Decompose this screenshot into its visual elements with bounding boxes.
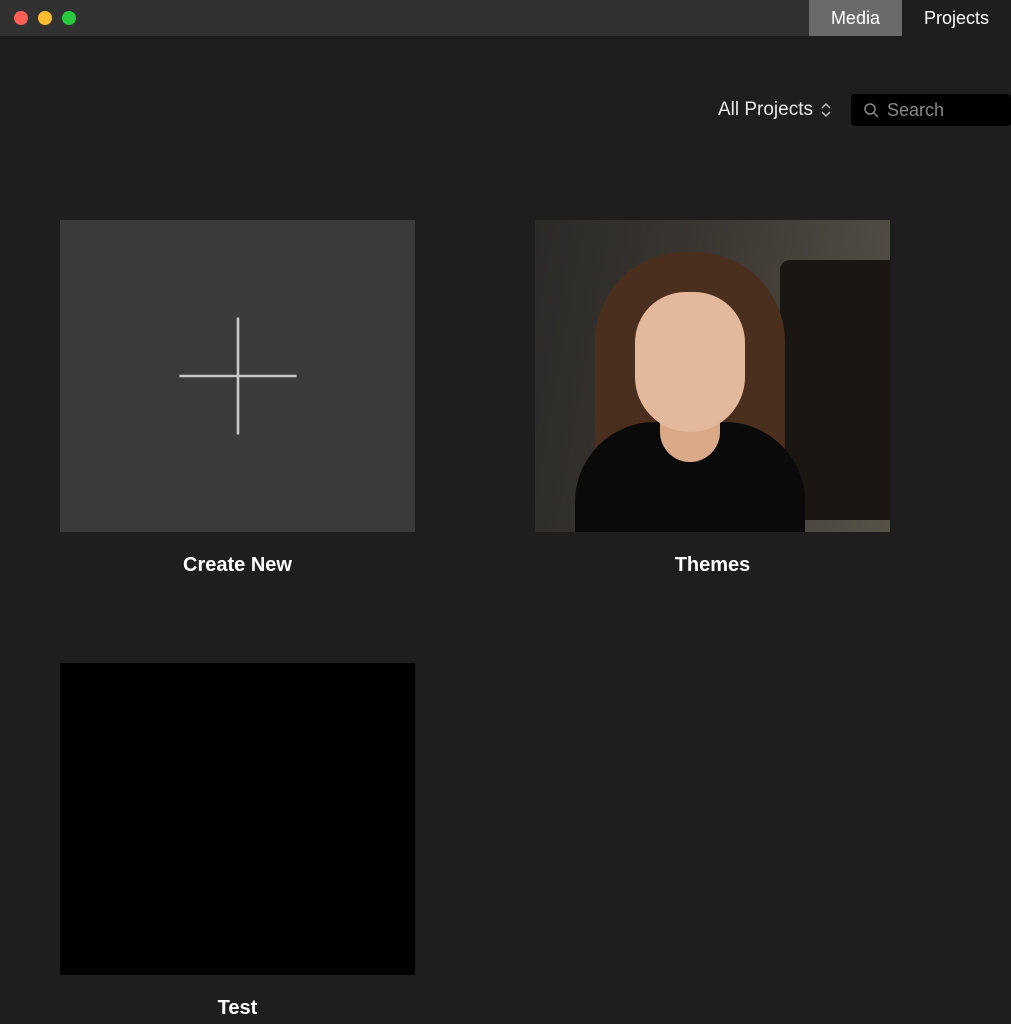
create-new-card[interactable]: Create New xyxy=(60,220,415,577)
projects-filter-dropdown[interactable]: All Projects xyxy=(718,99,837,121)
projects-grid: Create New Themes Test xyxy=(0,140,1011,1020)
project-label: Create New xyxy=(183,554,292,577)
search-icon xyxy=(863,102,879,118)
fullscreen-window-button[interactable] xyxy=(62,11,76,25)
plus-icon xyxy=(173,311,303,441)
tab-projects[interactable]: Projects xyxy=(902,0,1011,36)
project-card-themes[interactable]: Themes xyxy=(535,220,890,577)
project-thumbnail xyxy=(60,663,415,975)
view-tab-switcher: Media Projects xyxy=(809,0,1011,36)
minimize-window-button[interactable] xyxy=(38,11,52,25)
project-card-test[interactable]: Test xyxy=(60,663,415,1020)
filter-label: All Projects xyxy=(718,99,813,121)
traffic-lights xyxy=(0,11,76,25)
window-titlebar: Media Projects xyxy=(0,0,1011,36)
search-box[interactable] xyxy=(851,94,1011,126)
projects-toolbar: All Projects xyxy=(0,80,1011,140)
chevron-updown-icon xyxy=(821,102,831,118)
close-window-button[interactable] xyxy=(14,11,28,25)
tab-media[interactable]: Media xyxy=(809,0,902,36)
project-label: Test xyxy=(218,997,258,1020)
project-thumbnail xyxy=(535,220,890,532)
search-input[interactable] xyxy=(887,100,999,121)
project-label: Themes xyxy=(675,554,751,577)
create-new-thumbnail xyxy=(60,220,415,532)
